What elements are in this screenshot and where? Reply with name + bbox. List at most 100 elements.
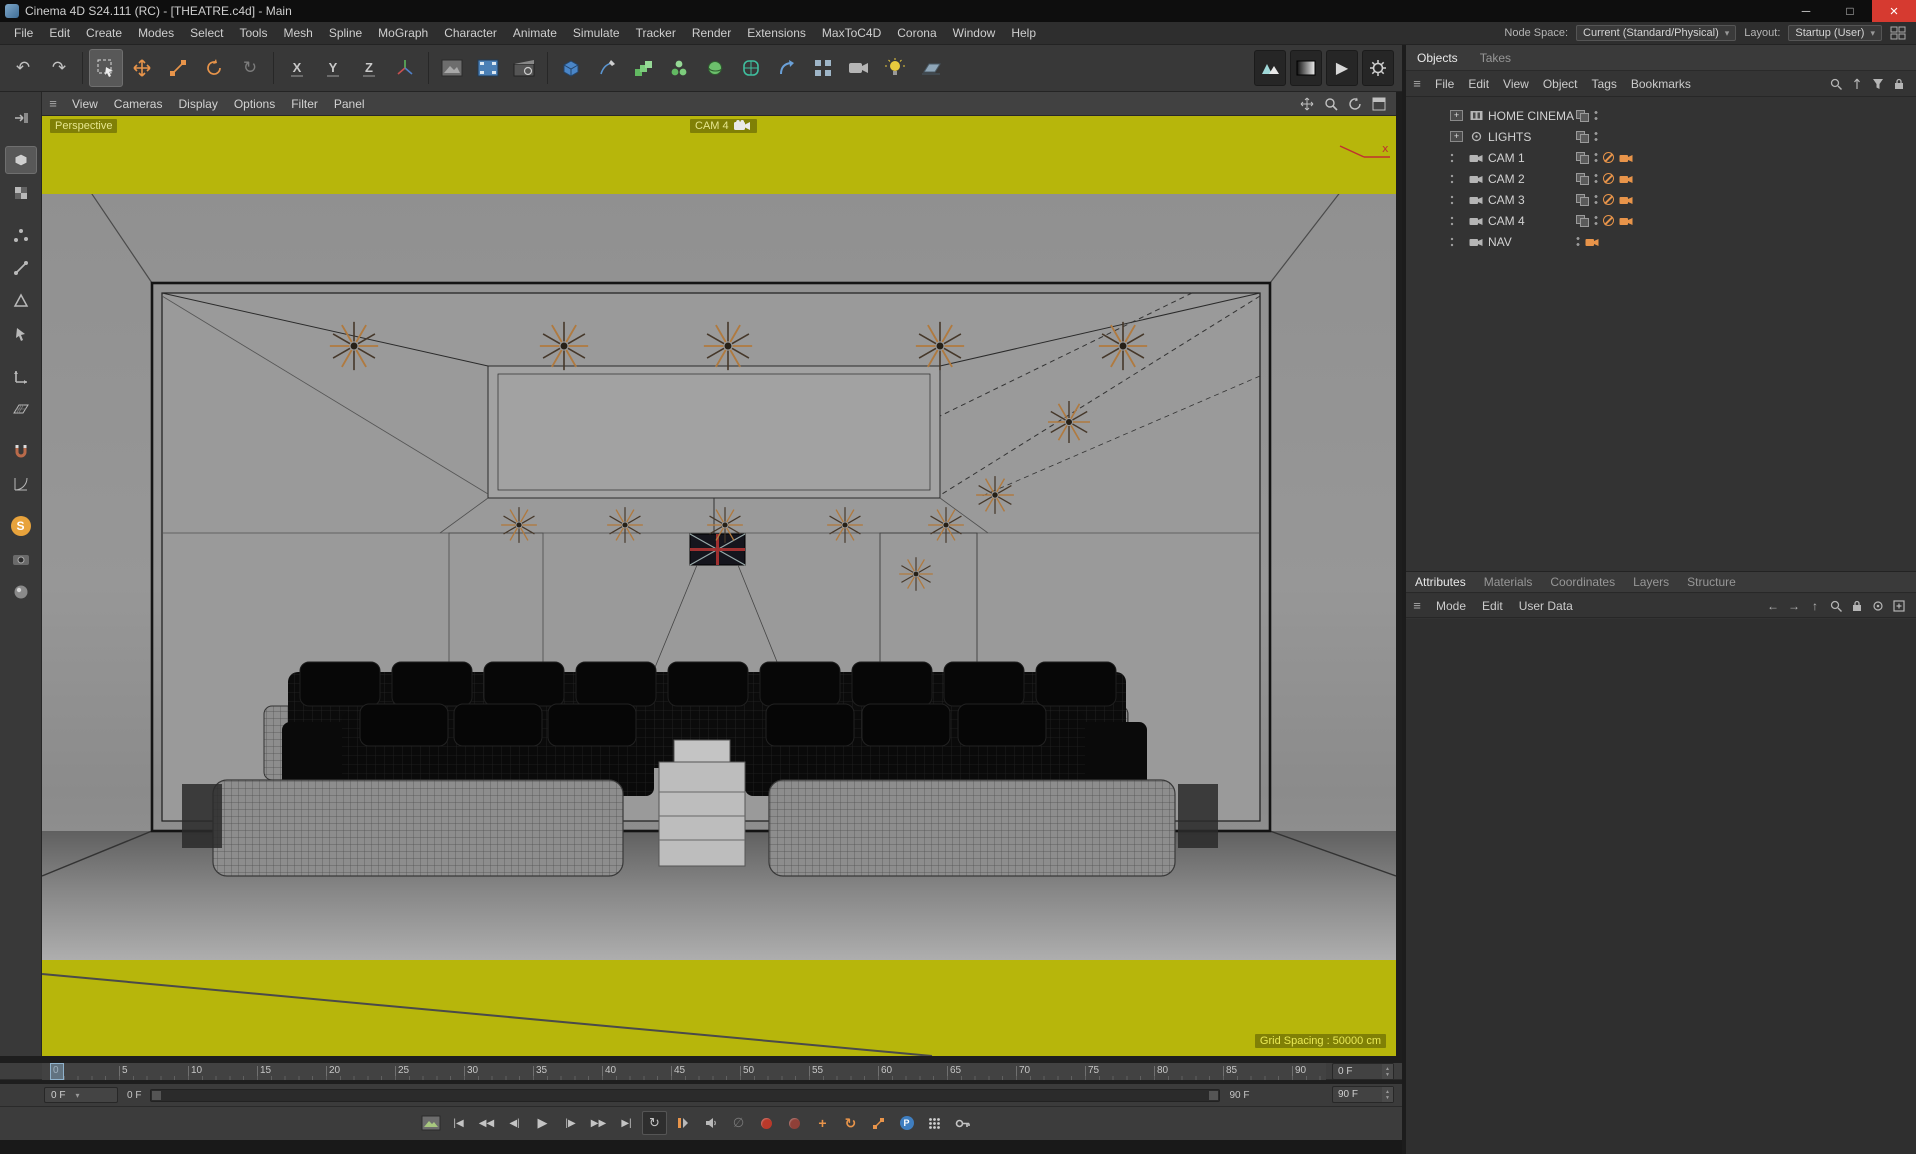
preview-range-slider[interactable]	[150, 1088, 1221, 1102]
object-row-cam1[interactable]: CAM 1	[1406, 147, 1916, 168]
history-back-icon[interactable]: ←	[1766, 599, 1780, 613]
panel-menu-icon[interactable]: ≡	[42, 96, 64, 111]
attr-menu-userdata[interactable]: User Data	[1511, 594, 1581, 618]
protection-tag-icon[interactable]	[1603, 215, 1614, 226]
move-tool-button[interactable]	[125, 49, 159, 87]
tab-materials[interactable]: Materials	[1475, 571, 1542, 593]
menu-item[interactable]: MoGraph	[370, 22, 436, 45]
rotate-tool-button[interactable]	[197, 49, 231, 87]
viewport-canvas[interactable]: x Perspective CAM 4 Grid Spacing : 50000…	[42, 116, 1396, 1056]
play-button[interactable]: ▶	[530, 1111, 555, 1135]
workplane-button[interactable]	[5, 395, 37, 423]
new-panel-icon[interactable]	[1892, 599, 1906, 613]
camera-tag-icon[interactable]	[1619, 216, 1633, 226]
model-mode-button[interactable]	[4, 146, 37, 174]
playback-options-button[interactable]	[670, 1111, 695, 1135]
draw-spline-button[interactable]	[590, 49, 624, 87]
mograph-effector-button[interactable]	[662, 49, 696, 87]
camera-tag-icon[interactable]	[1619, 195, 1633, 205]
object-row-cam3[interactable]: CAM 3	[1406, 189, 1916, 210]
object-toggles[interactable]	[1576, 152, 1633, 164]
panel-menu-icon[interactable]: ≡	[1406, 598, 1428, 613]
quantize-button[interactable]	[5, 470, 37, 498]
s-plugin-button[interactable]: S	[5, 512, 37, 540]
object-menu-item[interactable]: Edit	[1461, 71, 1496, 97]
object-row-cam4[interactable]: CAM 4	[1406, 210, 1916, 231]
menu-item[interactable]: Edit	[41, 22, 78, 45]
capture-button[interactable]	[5, 545, 37, 573]
current-frame-field[interactable]: 0 F ▲ ▼	[1332, 1063, 1394, 1080]
autokey-button[interactable]	[782, 1111, 807, 1135]
object-row-nav[interactable]: NAV	[1406, 231, 1916, 252]
lock-icon[interactable]	[1892, 77, 1906, 91]
camera-tag-icon[interactable]	[1619, 174, 1633, 184]
timeline-playhead[interactable]	[50, 1063, 64, 1080]
tab-objects[interactable]: Objects	[1406, 45, 1469, 71]
layout-select[interactable]: Startup (User) ▾	[1788, 25, 1882, 41]
object-menu-item[interactable]: File	[1428, 71, 1461, 97]
object-toggles[interactable]	[1576, 173, 1633, 185]
layout-grid-icon[interactable]	[1890, 26, 1906, 40]
previous-key-button[interactable]: ◀◀	[474, 1111, 499, 1135]
camera-tag-icon[interactable]	[1619, 153, 1633, 163]
polygon-mode-button[interactable]	[5, 287, 37, 315]
lock-icon[interactable]	[1850, 599, 1864, 613]
menu-item[interactable]: Animate	[505, 22, 565, 45]
record-button[interactable]	[754, 1111, 779, 1135]
viewport-menu-item[interactable]: Display	[170, 92, 225, 116]
render-view-button[interactable]	[435, 49, 469, 87]
layer-toggle-icon[interactable]	[1576, 215, 1589, 227]
object-menu-item[interactable]: Tags	[1585, 71, 1624, 97]
attr-menu-mode[interactable]: Mode	[1428, 594, 1474, 618]
layer-toggle-icon[interactable]	[1576, 152, 1589, 164]
snap-button[interactable]	[5, 437, 37, 465]
range-end-field[interactable]: 90 F ▲ ▼	[1332, 1086, 1394, 1103]
goto-end-button[interactable]: ▶|	[614, 1111, 639, 1135]
stepper-icons[interactable]: ▲ ▼	[1382, 1087, 1393, 1102]
node-space-select[interactable]: Current (Standard/Physical) ▾	[1576, 25, 1737, 41]
menu-item[interactable]: Corona	[889, 22, 944, 45]
history-forward-icon[interactable]: →	[1787, 599, 1801, 613]
tab-attributes[interactable]: Attributes	[1406, 571, 1475, 593]
timeline-ruler[interactable]: 051015202530354045505560657075808590	[42, 1063, 1326, 1080]
add-floor-button[interactable]	[914, 49, 948, 87]
object-row-cam2[interactable]: CAM 2	[1406, 168, 1916, 189]
menu-item[interactable]: Spline	[321, 22, 370, 45]
keyframe-selection-button[interactable]: ∅	[726, 1111, 751, 1135]
object-row-lights[interactable]: + LIGHTS	[1406, 126, 1916, 147]
menu-item[interactable]: Mesh	[275, 22, 320, 45]
filter-icon[interactable]	[1871, 77, 1885, 91]
object-toggles[interactable]	[1576, 194, 1633, 206]
tweak-mode-button[interactable]	[5, 320, 37, 348]
set-keyframe-button[interactable]	[950, 1111, 975, 1135]
settings-gear-button[interactable]	[1362, 50, 1394, 86]
attr-menu-edit[interactable]: Edit	[1474, 594, 1511, 618]
object-toggles[interactable]	[1576, 236, 1599, 247]
mograph-cloner-button[interactable]	[626, 49, 660, 87]
loop-toggle-button[interactable]: ↻	[642, 1111, 667, 1135]
lock-z-button[interactable]: Z	[352, 49, 386, 87]
maximize-button[interactable]: □	[1828, 0, 1872, 22]
record-parameter-toggle[interactable]: P	[894, 1111, 919, 1135]
search-icon[interactable]	[1829, 599, 1843, 613]
deformer-button[interactable]	[770, 49, 804, 87]
tab-takes[interactable]: Takes	[1469, 45, 1522, 71]
tab-structure[interactable]: Structure	[1678, 571, 1745, 593]
array-button[interactable]	[806, 49, 840, 87]
close-button[interactable]: ×	[1872, 0, 1916, 22]
menu-item[interactable]: Simulate	[565, 22, 628, 45]
record-pla-toggle[interactable]	[922, 1111, 947, 1135]
object-toggles[interactable]	[1576, 110, 1598, 122]
menu-item[interactable]: Modes	[130, 22, 182, 45]
visibility-dots-icon[interactable]	[1594, 215, 1598, 226]
viewport-menu-item[interactable]: Options	[226, 92, 283, 116]
menu-item[interactable]: Help	[1003, 22, 1044, 45]
viewport-menu-item[interactable]: Cameras	[106, 92, 171, 116]
record-rotation-toggle[interactable]: ↻	[838, 1111, 863, 1135]
layer-toggle-icon[interactable]	[1576, 131, 1589, 143]
visibility-dots-icon[interactable]	[1594, 110, 1598, 121]
lock-y-button[interactable]: Y	[316, 49, 350, 87]
menu-item[interactable]: Extensions	[739, 22, 814, 45]
next-key-button[interactable]: ▶▶	[586, 1111, 611, 1135]
menu-item[interactable]: Character	[436, 22, 505, 45]
